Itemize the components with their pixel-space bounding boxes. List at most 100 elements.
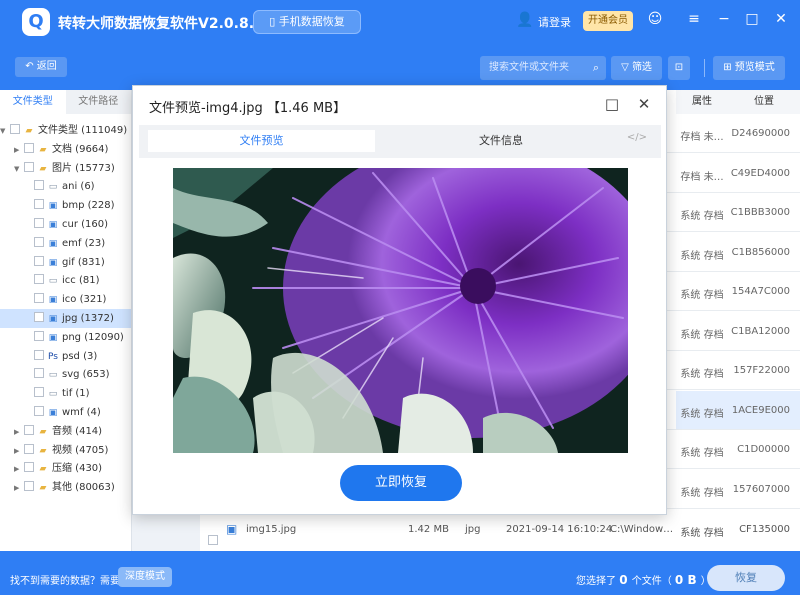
login-link[interactable]: 请登录	[538, 14, 571, 30]
tree-item[interactable]: ▭ ani (6)	[0, 177, 131, 196]
caret-down-icon[interactable]: ▼	[0, 122, 10, 141]
caret-right-icon[interactable]: ▶	[14, 460, 24, 479]
sidebar: 文件类型 文件路径 ▼ ▰ 文件类型 (111049) ▶ ▰ 文档 (9664) ▼ ▰ 图片…	[0, 90, 132, 551]
table-row-img15[interactable]: ▣ img15.jpg 1.42 MB jpg 2021-09-14 16:10…	[200, 513, 800, 547]
tree-checkbox[interactable]	[34, 180, 44, 191]
table-row[interactable]: 系统 存档 C1D00000	[676, 430, 800, 468]
tab-file-path[interactable]: 文件路径	[65, 90, 131, 114]
filter-label: 筛选	[631, 62, 652, 73]
tree-item[interactable]: ▭ tif (1)	[0, 384, 131, 403]
table-row[interactable]: 系统 存档 157607000	[676, 470, 800, 508]
tree-checkbox[interactable]	[24, 424, 34, 435]
tree-checkbox[interactable]	[34, 199, 44, 210]
tree-checkbox[interactable]	[34, 293, 44, 304]
tree-checkbox[interactable]	[34, 349, 44, 360]
row-pos: 157F22000	[733, 365, 790, 376]
tree-checkbox[interactable]	[34, 387, 44, 398]
back-button[interactable]: ↶ 返回	[15, 57, 67, 77]
bottom-bar: 找不到需要的数据？需要 深度模式 您选择了 0 个文件（ 0 B ） 恢复	[0, 551, 800, 595]
tree-checkbox[interactable]	[24, 142, 34, 153]
tree-checkbox[interactable]	[24, 481, 34, 492]
recover-now-button[interactable]: 立即恢复	[340, 465, 462, 501]
table-row[interactable]: 存档 未… C49ED4000	[676, 154, 800, 192]
back-icon: ↶	[25, 61, 37, 72]
tree-item[interactable]: Ps psd (3)	[0, 347, 131, 366]
app-logo-icon: Q	[22, 8, 50, 36]
tab-file-type[interactable]: 文件类型	[0, 90, 66, 114]
support-icon[interactable]: ☺	[646, 11, 664, 27]
tree-item-label: psd (3)	[62, 350, 98, 362]
phone-recovery-button[interactable]: ▯ 手机数据恢复	[253, 10, 361, 34]
tree-checkbox[interactable]	[34, 312, 44, 322]
caret-right-icon[interactable]: ▶	[14, 479, 24, 498]
table-row[interactable]: 存档 未… D24690000	[676, 114, 800, 152]
maximize-icon[interactable]: □	[743, 11, 761, 27]
recover-button[interactable]: 恢复	[707, 565, 785, 591]
table-row[interactable]: 系统 存档 C1BBB3000	[676, 193, 800, 231]
tree-item[interactable]: ▣ emf (23)	[0, 234, 131, 253]
caret-right-icon[interactable]: ▶	[14, 141, 24, 160]
maximize-dialog-icon[interactable]: □	[602, 94, 622, 114]
tree-checkbox[interactable]	[34, 274, 44, 285]
tree-item[interactable]: ▣ png (12090)	[0, 328, 131, 347]
tab-file-info[interactable]: 文件信息	[461, 130, 541, 152]
table-row[interactable]: 系统 存档 157F22000	[676, 351, 800, 389]
tree-checkbox[interactable]	[24, 161, 34, 172]
tree-item-label: 音频 (414)	[52, 425, 103, 437]
caret-right-icon[interactable]: ▶	[14, 423, 24, 442]
tree-item[interactable]: ▣ cur (160)	[0, 215, 131, 234]
back-label: 返回	[36, 61, 57, 72]
tree-checkbox[interactable]	[34, 368, 44, 379]
tree-item[interactable]: ▣ jpg (1372)	[0, 309, 131, 328]
code-icon[interactable]: </>	[627, 132, 647, 143]
folder-icon: ▰	[25, 126, 33, 136]
vip-button[interactable]: 开通会员	[583, 11, 633, 31]
tree-checkbox[interactable]	[34, 406, 44, 416]
tree-checkbox[interactable]	[34, 255, 44, 266]
tree-item[interactable]: ▶ ▰ 视频 (4705)	[0, 441, 131, 460]
filter-button[interactable]: ▽ 筛选	[611, 56, 662, 80]
tree-checkbox[interactable]	[34, 330, 44, 341]
caret-right-icon[interactable]: ▶	[14, 442, 24, 461]
tree-item-label: 其他 (80063)	[52, 482, 115, 494]
table-row[interactable]: 系统 存档 C1BA12000	[676, 312, 800, 350]
close-icon[interactable]: ✕	[772, 11, 790, 27]
minimize-icon[interactable]: −	[715, 11, 733, 27]
tree-checkbox[interactable]	[24, 443, 34, 454]
tree-item[interactable]: ▣ bmp (228)	[0, 196, 131, 215]
caret-down-icon[interactable]: ▼	[14, 160, 24, 179]
menu-icon[interactable]: ≡	[685, 11, 703, 27]
search-icon[interactable]: ⌕	[593, 56, 599, 80]
selection-count: 0	[619, 573, 628, 587]
deep-mode-button[interactable]: 深度模式	[118, 567, 172, 587]
tree-item[interactable]: ▭ svg (653)	[0, 365, 131, 384]
tree-item[interactable]: ▼ ▰ 文件类型 (111049)	[0, 121, 131, 140]
tree-item[interactable]: ▶ ▰ 文档 (9664)	[0, 140, 131, 159]
file-icon: ▭	[48, 389, 58, 400]
tree-item[interactable]: ▣ wmf (4)	[0, 403, 131, 422]
tree-item[interactable]: ▶ ▰ 音频 (414)	[0, 422, 131, 441]
tree-checkbox[interactable]	[34, 236, 44, 247]
tree-item[interactable]: ▣ gif (831)	[0, 253, 131, 272]
user-icon[interactable]: 👤	[516, 12, 533, 28]
column-header-pos[interactable]: 位置	[728, 90, 800, 114]
tree-checkbox[interactable]	[24, 462, 34, 473]
tree-checkbox[interactable]	[34, 218, 44, 228]
column-header-attr[interactable]: 属性	[676, 90, 728, 114]
tree-item[interactable]: ▶ ▰ 其他 (80063)	[0, 478, 131, 497]
close-dialog-icon[interactable]: ✕	[634, 94, 654, 114]
tab-file-preview[interactable]: 文件预览	[148, 130, 375, 152]
tree-item-label: cur (160)	[62, 219, 109, 230]
tree-checkbox[interactable]	[10, 124, 20, 134]
tree-item[interactable]: ▭ icc (81)	[0, 271, 131, 290]
table-row[interactable]: 系统 存档 1ACE9E000	[676, 390, 800, 429]
tree-item[interactable]: ▶ ▰ 压缩 (430)	[0, 459, 131, 478]
table-row[interactable]: 系统 存档 C1B856000	[676, 233, 800, 271]
tree-item[interactable]: ▼ ▰ 图片 (15773)	[0, 159, 131, 178]
tree-item[interactable]: ▣ ico (321)	[0, 290, 131, 309]
scan-view-button[interactable]: ⊡	[668, 56, 690, 80]
search-input[interactable]: 搜索文件或文件夹 ⌕	[480, 56, 606, 80]
table-row[interactable]: 系统 存档 154A7C000	[676, 272, 800, 310]
help-text: 找不到需要的数据？需要	[10, 576, 120, 587]
preview-mode-button[interactable]: ⊞ 预览模式	[713, 56, 785, 80]
